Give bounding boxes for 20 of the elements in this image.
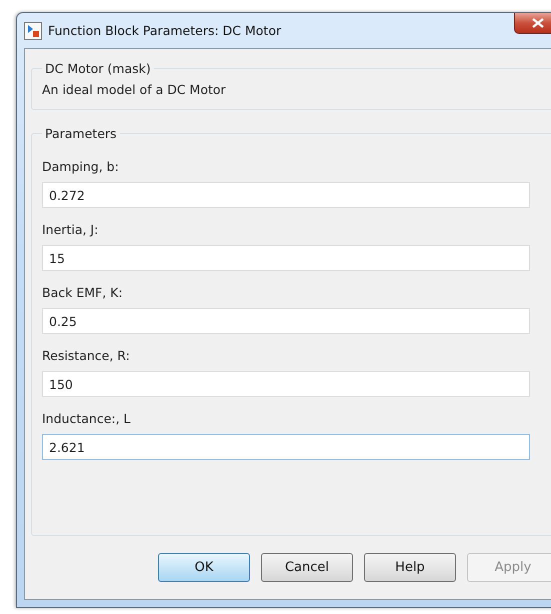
close-button[interactable]	[514, 13, 551, 34]
input-field[interactable]: 0.25	[42, 308, 530, 334]
input-field[interactable]: 2.621	[42, 434, 530, 460]
dialog-button[interactable]: Help	[364, 553, 456, 582]
input-field[interactable]: 0.272	[42, 182, 530, 208]
window-title: Function Block Parameters: DC Motor	[48, 23, 282, 38]
close-icon	[532, 18, 544, 28]
field-label: Damping, b:	[42, 159, 120, 174]
dialog-button[interactable]: Cancel	[261, 553, 353, 582]
input-field[interactable]: 150	[42, 371, 530, 397]
dialog-button[interactable]: OK	[158, 553, 250, 582]
field-label: Inductance:, L	[42, 411, 132, 426]
field-label: Inertia, J:	[42, 222, 100, 237]
field-label: Back EMF, K:	[42, 285, 124, 300]
field-label: Resistance, R:	[42, 348, 131, 363]
block-icon	[24, 22, 42, 40]
description-text: An ideal model of a DC Motor	[42, 81, 227, 99]
group-title: DC Motor (mask)	[44, 61, 152, 76]
group-title: Parameters	[44, 126, 118, 141]
input-field[interactable]: 15	[42, 245, 530, 271]
